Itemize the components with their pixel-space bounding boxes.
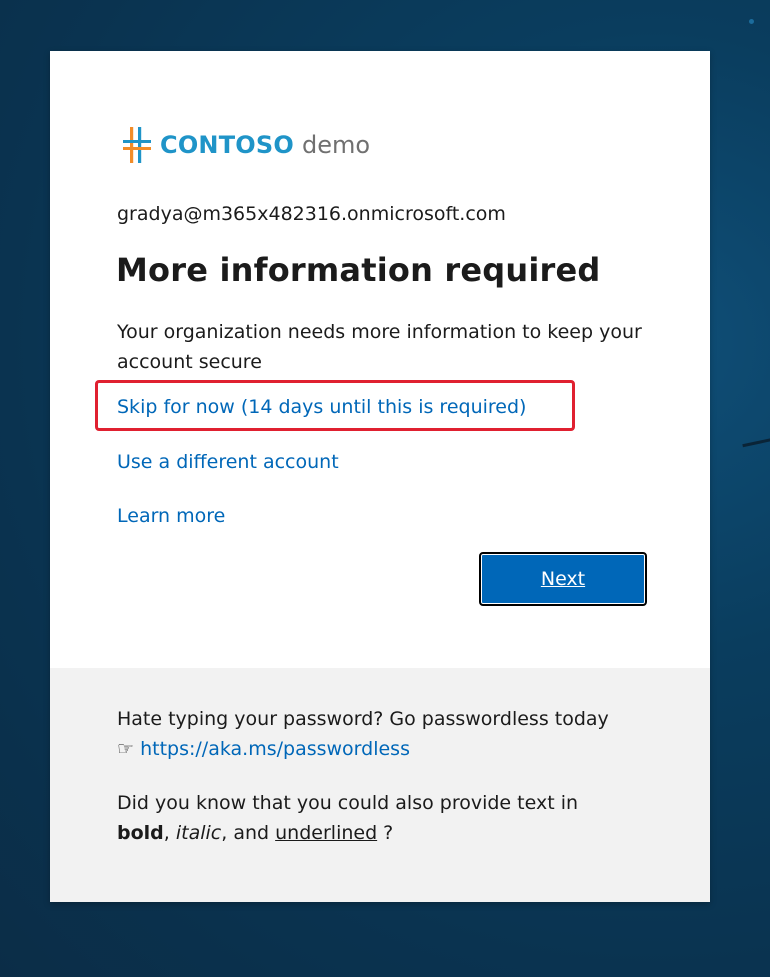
brand-name: CONTOSO: [160, 131, 294, 159]
separator-text: , and: [221, 822, 276, 844]
bold-sample: bold: [117, 822, 164, 844]
contoso-logo-icon: [123, 127, 151, 163]
pointing-hand-icon: ☞: [117, 738, 135, 760]
page-description: Your organization needs more information…: [117, 321, 642, 373]
footer-link-line: ☞ https://aka.ms/passwordless: [117, 738, 410, 760]
italic-sample: italic: [175, 822, 222, 844]
trailing-text: ?: [377, 822, 394, 844]
background-dot: [749, 19, 754, 24]
separator-text: ,: [163, 822, 176, 844]
passwordless-link[interactable]: https://aka.ms/passwordless: [140, 738, 410, 760]
learn-more-link[interactable]: Learn more: [117, 505, 225, 527]
next-button[interactable]: Next: [479, 552, 647, 606]
underlined-sample: underlined: [275, 822, 378, 844]
brand-logo: CONTOSO demo: [122, 125, 370, 165]
brand-suffix: demo: [301, 131, 371, 159]
sign-in-card: CONTOSO demo gradya@m365x482316.onmicros…: [50, 51, 710, 902]
footer-passwordless-text: Hate typing your password? Go passwordle…: [117, 708, 609, 730]
skip-link[interactable]: Skip for now (14 days until this is requ…: [117, 396, 526, 418]
account-email: gradya@m365x482316.onmicrosoft.com: [117, 203, 506, 225]
footer-formatting-text: Did you know that you could also provide…: [117, 792, 579, 814]
page-title: More information required: [116, 251, 601, 289]
different-account-link[interactable]: Use a different account: [117, 451, 339, 473]
background-streak: [742, 431, 770, 448]
footer-panel: Hate typing your password? Go passwordle…: [50, 668, 710, 902]
footer-formatting-examples: bold, italic, and underlined ?: [117, 822, 393, 844]
